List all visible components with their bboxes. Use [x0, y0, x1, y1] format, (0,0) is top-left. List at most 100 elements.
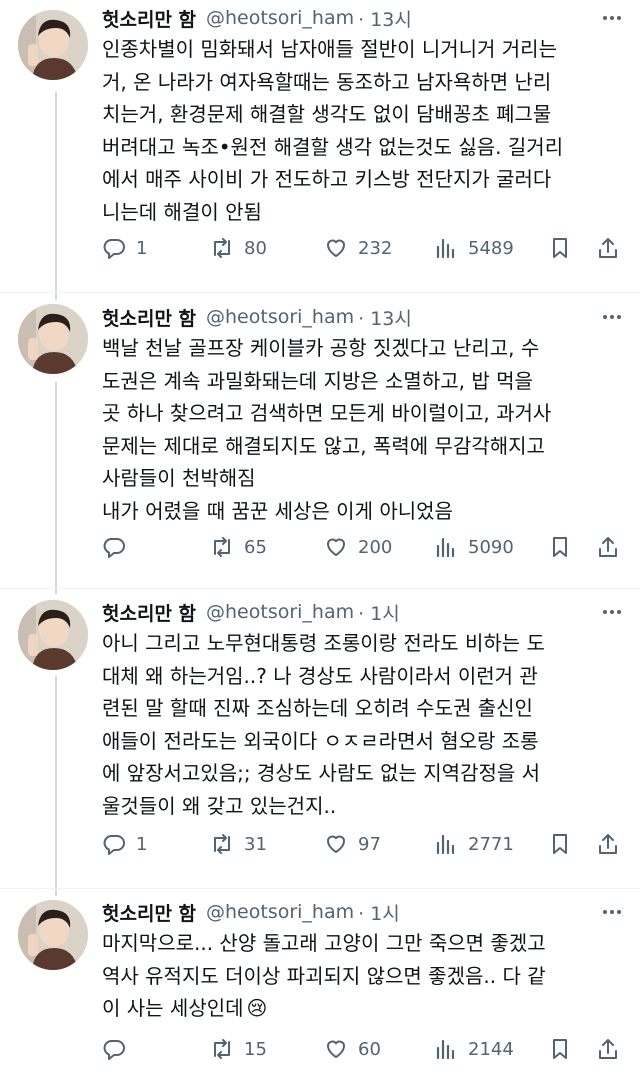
retweet-button[interactable]: 65 — [210, 532, 267, 562]
share-icon — [599, 834, 617, 854]
heart-icon — [327, 835, 345, 853]
like-count: 97 — [358, 833, 381, 855]
reply-button[interactable] — [102, 532, 136, 562]
tweet-actions: 1 80 232 5489 — [102, 233, 622, 263]
divider — [0, 292, 640, 293]
reply-count: 1 — [136, 237, 148, 259]
divider — [0, 588, 640, 589]
tweet[interactable]: 헛소리만 함 @heotsori_ham · 13시 백날 천날 골프장 케이블… — [0, 296, 640, 588]
like-count: 232 — [358, 237, 393, 259]
views-icon — [436, 834, 455, 855]
reply-button[interactable]: 1 — [102, 829, 147, 859]
retweet-button[interactable]: 80 — [210, 233, 267, 263]
share-button[interactable] — [596, 532, 620, 562]
reply-count: 1 — [136, 833, 148, 855]
tweet-text-line: 대체 왜 하는거임..? 나 경상도 사람이라서 이런거 관 — [102, 663, 538, 688]
tweet[interactable]: 헛소리만 함 @heotsori_ham · 1시 마지막으로... 산양 돌고… — [0, 892, 640, 1075]
heart-icon — [327, 239, 345, 257]
reply-icon — [103, 538, 125, 558]
bookmark-button[interactable] — [548, 233, 572, 263]
display-name[interactable]: 헛소리만 함 — [102, 599, 196, 626]
tweet-actions: 65 200 5090 — [102, 532, 622, 562]
view-count: 2144 — [468, 1038, 514, 1060]
reply-icon — [103, 1040, 125, 1060]
share-button[interactable] — [596, 829, 620, 859]
heart-icon — [327, 1040, 345, 1058]
retweet-button[interactable]: 31 — [210, 829, 267, 859]
views-icon — [436, 537, 455, 558]
tweet-text-line: 백날 천날 골프장 케이블카 공항 짓겠다고 난리고, 수 — [102, 336, 540, 360]
avatar[interactable] — [18, 10, 88, 80]
tweet[interactable]: 헛소리만 함 @heotsori_ham · 1시 아니 그리고 노무현대통령 … — [0, 592, 640, 888]
tweet[interactable]: 헛소리만 함 @heotsori_ham · 13시 인종차별이 밈화돼서 남자… — [0, 0, 640, 292]
like-button[interactable]: 97 — [324, 829, 381, 859]
bookmark-button[interactable] — [548, 532, 572, 562]
tweet-text-line: 아니 그리고 노무현대통령 조롱이랑 전라도 비하는 도 — [102, 631, 545, 655]
view-count: 5489 — [468, 237, 514, 259]
reply-button[interactable] — [102, 1034, 136, 1064]
bookmark-icon — [553, 537, 567, 557]
avatar[interactable] — [18, 900, 88, 970]
retweet-icon — [214, 238, 230, 258]
retweet-icon — [214, 1039, 230, 1059]
tweet-text: 인종차별이 밈화돼서 남자애들 절반이 니거니거 거리는 거, 온 나라가 여자… — [102, 33, 622, 228]
tweet-text-line: 내가 어렸을 때 꿈꾼 세상은 이게 아니었음 — [102, 498, 453, 523]
like-button[interactable]: 60 — [324, 1034, 381, 1064]
tweet-text-line: 마지막으로... 산양 돌고래 고양이 그만 죽으면 좋겠고 — [102, 931, 546, 955]
tweet-text-line: 사람들이 천박해짐 — [102, 466, 256, 490]
tweet-actions: 1 31 97 2771 — [102, 829, 622, 859]
more-icon[interactable] — [600, 600, 624, 624]
share-icon — [599, 537, 617, 557]
tweet-actions: 15 60 2144 — [102, 1034, 622, 1064]
bookmark-icon — [553, 1039, 567, 1059]
tweet-text-line: 문제는 제대로 해결되지도 않고, 폭력에 무감각해지고 — [102, 433, 545, 458]
timestamp[interactable]: · 13시 — [358, 304, 412, 331]
retweet-button[interactable]: 15 — [210, 1034, 267, 1064]
user-handle[interactable]: @heotsori_ham — [206, 601, 354, 623]
avatar[interactable] — [18, 304, 88, 374]
share-button[interactable] — [596, 233, 620, 263]
timestamp[interactable]: · 1시 — [358, 599, 400, 626]
more-icon[interactable] — [600, 900, 624, 924]
tweet-text-line: 치는거, 환경문제 해결할 생각도 없이 담배꽁초 폐그물 — [102, 102, 552, 126]
display-name[interactable]: 헛소리만 함 — [102, 304, 196, 331]
like-button[interactable]: 232 — [324, 233, 392, 263]
more-icon[interactable] — [600, 305, 624, 329]
retweet-icon — [214, 537, 230, 557]
more-icon[interactable] — [600, 6, 624, 30]
bookmark-button[interactable] — [548, 1034, 572, 1064]
views-button[interactable]: 2771 — [434, 829, 514, 859]
tweet-text: 아니 그리고 노무현대통령 조롱이랑 전라도 비하는 도 대체 왜 하는거임..… — [102, 627, 622, 822]
tweet-text-line: 에서 매주 사이비 가 전도하고 키스방 전단지가 굴러다 — [102, 167, 552, 191]
heart-icon — [327, 538, 345, 556]
user-handle[interactable]: @heotsori_ham — [206, 7, 354, 29]
user-handle[interactable]: @heotsori_ham — [206, 901, 354, 923]
tweet-text-line: 에 앞장서고있음;; 경상도 사람도 없는 지역감정을 서 — [102, 761, 541, 785]
tweet-text-line: 버려대고 녹조•원전 해결할 생각 없는것도 싫음. 길거리 — [102, 134, 564, 159]
tweet-text-line: 도권은 계속 과밀화돼는데 지방은 소멸하고, 밥 먹을 — [102, 368, 533, 393]
reply-icon — [103, 835, 125, 855]
share-button[interactable] — [596, 1034, 620, 1064]
bookmark-icon — [553, 834, 567, 854]
views-button[interactable]: 5489 — [434, 233, 514, 263]
user-handle[interactable]: @heotsori_ham — [206, 306, 354, 328]
tweet-text-segment: 이 사는 세상인데 — [102, 996, 244, 1020]
tweet-text-line: 이 사는 세상인데 😢 — [102, 992, 622, 1025]
tweet-text: 백날 천날 골프장 케이블카 공항 짓겠다고 난리고, 수 도권은 계속 과밀화… — [102, 332, 622, 527]
reply-button[interactable]: 1 — [102, 233, 147, 263]
views-button[interactable]: 2144 — [434, 1034, 514, 1064]
share-icon — [599, 238, 617, 258]
display-name[interactable]: 헛소리만 함 — [102, 5, 196, 32]
like-button[interactable]: 200 — [324, 532, 392, 562]
divider — [0, 888, 640, 889]
retweet-count: 31 — [244, 833, 267, 855]
display-name[interactable]: 헛소리만 함 — [102, 899, 196, 926]
timestamp[interactable]: · 1시 — [358, 899, 400, 926]
bookmark-button[interactable] — [548, 829, 572, 859]
view-count: 2771 — [468, 833, 514, 855]
timestamp[interactable]: · 13시 — [358, 5, 412, 32]
tweet-text-line: 역사 유적지도 더이상 파괴되지 않으면 좋겠음.. 다 같 — [102, 963, 546, 988]
avatar[interactable] — [18, 600, 88, 670]
views-button[interactable]: 5090 — [434, 532, 514, 562]
tweet-text-line: 애들이 전라도는 외국이다 ㅇㅈㄹ라면서 혐오랑 조롱 — [102, 728, 539, 753]
